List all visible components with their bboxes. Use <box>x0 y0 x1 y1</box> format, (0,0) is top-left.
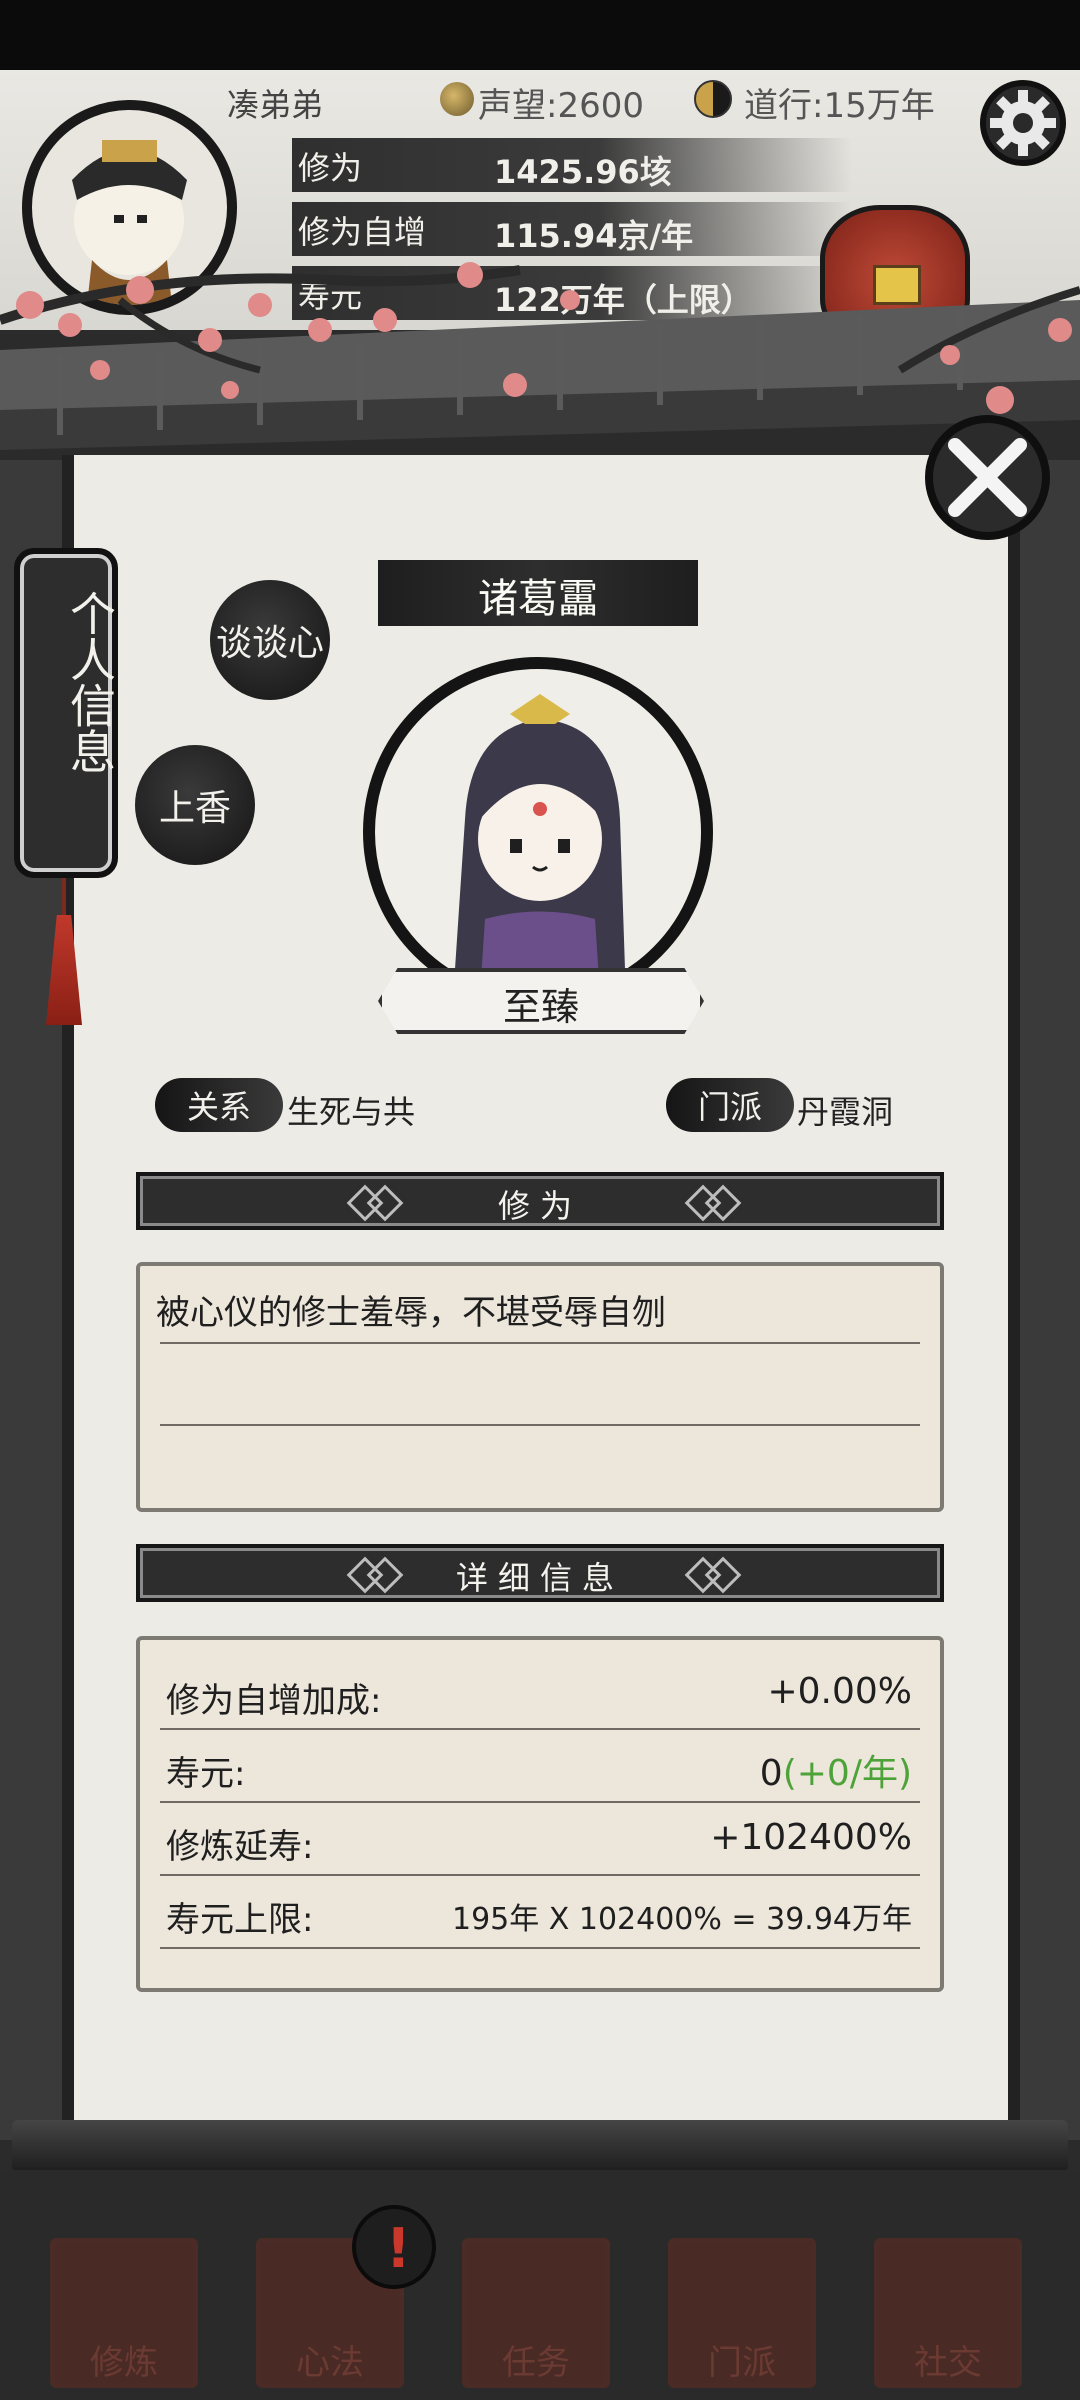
text-rule <box>160 1342 920 1344</box>
reputation-text: 声望:2600 <box>478 86 644 126</box>
detail-row-value: +0.00% <box>767 1671 912 1712</box>
yin-yang-icon <box>694 80 732 118</box>
npc-name: 诸葛靁 <box>478 576 598 622</box>
nav-label-sect: 门派 <box>708 2343 776 2383</box>
nav-label-method: 心法 <box>296 2343 364 2383</box>
text-rule <box>160 1424 920 1426</box>
nav-label-cultivate: 修炼 <box>90 2343 158 2383</box>
sect-label: 门派 <box>666 1078 794 1132</box>
sect-value: 丹霞洞 <box>797 1093 894 1131</box>
stat-label-growth: 修为自增 <box>298 213 427 251</box>
cultivation-text: 被心仪的修士羞辱，不堪受辱自刎 <box>156 1293 666 1333</box>
settings-button[interactable] <box>980 80 1066 166</box>
backdrop-right <box>1010 460 1080 2140</box>
npc-portrait <box>363 657 713 1007</box>
detail-row-label: 修炼延寿: <box>166 1827 314 1867</box>
detail-row-label: 修为自增加成: <box>166 1681 382 1721</box>
details-section-title: 详细信息 <box>455 1559 624 1597</box>
relation-label: 关系 <box>155 1078 283 1132</box>
detail-row-value: 195年 X 102400% = 39.94万年 <box>451 1902 912 1937</box>
lifespan-growth-value: (+0/年) <box>782 1753 912 1794</box>
nav-label-social: 社交 <box>914 2343 982 2383</box>
detail-row-label: 寿元上限: <box>166 1900 314 1940</box>
stat-label-cultivation: 修为 <box>298 149 363 187</box>
tab-personal-info-label: 个人信息 <box>63 590 117 774</box>
rank-text: 至臻 <box>502 985 579 1029</box>
detail-row-value: 0 <box>759 1753 783 1794</box>
alert-badge-icon: ! <box>352 2205 436 2289</box>
tassel-cord <box>62 878 66 918</box>
detail-row-value: +102400% <box>710 1817 912 1858</box>
nav-label-task: 任务 <box>502 2343 570 2383</box>
dao-text: 道行:15万年 <box>744 86 935 126</box>
detail-row-value-group: 0(+0/年) <box>760 1744 912 1796</box>
detail-row-label: 寿元: <box>166 1754 246 1794</box>
gear-icon <box>990 90 1056 156</box>
detail-rule <box>160 1947 920 1949</box>
relation-value: 生死与共 <box>287 1093 416 1131</box>
close-icon <box>948 438 1027 517</box>
close-button[interactable] <box>925 415 1050 540</box>
scroll-bottom-rod <box>12 2120 1068 2172</box>
npc-portrait-icon <box>455 694 625 995</box>
roof-blossom-decoration <box>0 262 1080 450</box>
incense-button[interactable]: 上香 <box>135 745 255 865</box>
detail-rule <box>160 1728 920 1730</box>
cultivation-section-title: 修为 <box>497 1187 582 1225</box>
detail-rule <box>160 1801 920 1803</box>
coin-icon <box>440 82 474 116</box>
talk-button[interactable]: 谈谈心 <box>210 580 330 700</box>
detail-rule <box>160 1874 920 1876</box>
player-name: 凑弟弟 <box>226 86 323 124</box>
status-bar <box>0 0 1080 70</box>
stat-value-cultivation: 1425.96垓 <box>494 153 672 191</box>
stat-value-growth: 115.94京/年 <box>494 217 694 255</box>
